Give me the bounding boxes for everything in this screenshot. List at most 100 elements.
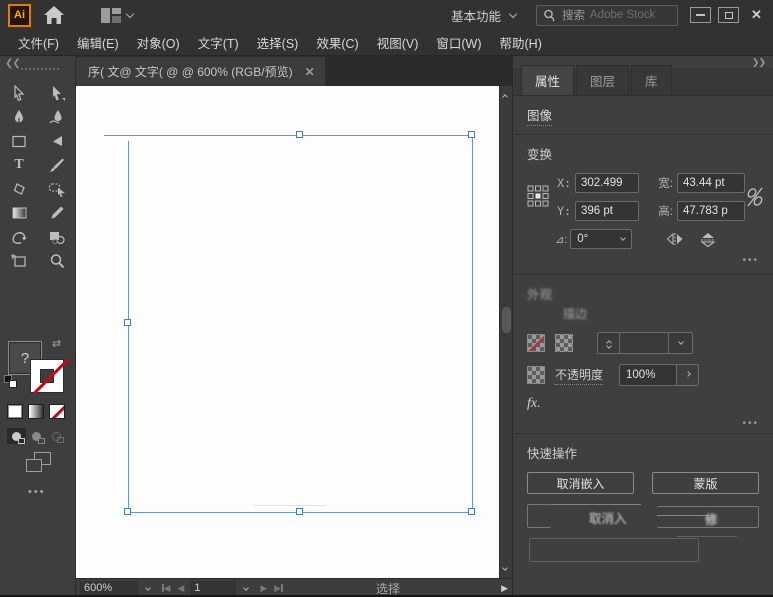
selection-handle-bottom-right[interactable] [468,508,475,515]
menu-edit[interactable]: 编辑(E) [68,33,128,52]
menu-object[interactable]: 对象(O) [128,33,189,52]
prev-artboard-button[interactable]: ◀ [177,583,184,594]
minimize-button[interactable] [690,7,711,23]
menu-view[interactable]: 视图(V) [368,33,428,52]
mask-button[interactable]: 蒙版 [652,472,759,494]
drawing-mode-buttons [7,428,66,444]
scroll-down-icon[interactable] [502,565,508,571]
draw-normal-button[interactable] [7,428,26,444]
menu-type[interactable]: 文字(T) [189,33,248,52]
rectangle-tool[interactable] [6,132,32,150]
y-field[interactable] [575,201,639,221]
home-button[interactable] [43,5,65,25]
appearance-more-options[interactable]: ••• [527,418,759,429]
first-artboard-button[interactable]: ◀ [162,583,170,594]
maximize-button[interactable] [718,7,739,23]
arrange-documents-button[interactable] [101,8,133,23]
free-transform-tool[interactable] [44,132,70,150]
paintbrush-tool[interactable] [44,156,70,174]
rotation-angle-select[interactable]: 0° [570,229,632,249]
menu-select[interactable]: 选择(S) [248,33,308,52]
artboard-dropdown-icon[interactable] [244,585,250,591]
tab-properties[interactable]: 属性 [521,65,574,95]
none-button[interactable] [49,404,65,419]
screen-mode-button[interactable] [26,452,52,474]
unembed-button[interactable]: 取消嵌入 [527,472,634,494]
edit-toolbar-button[interactable]: ••• [28,486,46,498]
menu-file[interactable]: 文件(F) [9,33,68,52]
chevron-down-icon [126,9,134,17]
constrain-proportions-button[interactable] [745,185,765,209]
curvature-tool[interactable] [44,108,70,126]
gradient-tool[interactable] [6,204,32,222]
workspace-switcher[interactable]: 基本功能 [451,6,516,25]
collapse-panels-icon[interactable]: ❯❯ [752,57,765,68]
transform-more-options[interactable]: ••• [527,255,759,266]
scrollbar-thumb[interactable] [502,307,511,333]
next-artboard-button[interactable]: ▶ [260,583,267,594]
rotate-tool[interactable] [6,228,32,246]
direct-selection-tool[interactable] [6,84,32,102]
status-bar: ◀ ◀ ▶ ▶ 选择 ▶ [76,578,512,597]
panel-grip[interactable] [20,67,60,71]
type-tool[interactable]: T [6,156,32,174]
gradient-button[interactable] [28,404,44,419]
selection-handle-bottom-left[interactable] [124,508,131,515]
symbol-sprayer-tool[interactable] [44,228,70,246]
last-artboard-button[interactable]: ▶ [274,583,282,594]
draw-behind-icon [32,432,41,441]
opacity-field[interactable] [619,364,677,386]
draw-behind-button[interactable] [27,428,46,444]
artboard-number-field[interactable] [190,581,236,596]
vertical-scrollbar[interactable] [499,86,512,578]
width-field[interactable] [677,173,745,193]
color-button[interactable] [7,404,23,419]
close-tab-icon[interactable]: ✕ [305,65,315,79]
tab-libraries[interactable]: 库 [631,65,672,95]
fx-button[interactable]: fx. [527,396,759,412]
stroke-unit-dropdown[interactable] [668,333,692,353]
pen-tool[interactable] [6,108,32,126]
reference-point-selector[interactable] [527,185,555,210]
artboard-canvas[interactable] [76,86,512,578]
swap-fill-stroke-icon[interactable]: ⇄ [52,337,61,350]
status-expand-icon[interactable]: ▶ [501,583,508,594]
opacity-link[interactable]: 不透明度 [555,366,603,385]
selection-handle-top-right[interactable] [468,131,475,138]
default-fill-stroke-icon[interactable] [4,375,17,388]
tab-layers[interactable]: 图层 [576,65,629,95]
flip-horizontal-icon[interactable] [666,232,684,246]
selection-handle-left-middle[interactable] [124,319,131,326]
object-type-link[interactable]: 图像 [527,105,552,126]
zoom-level-field[interactable] [80,581,138,596]
search-input[interactable]: 搜索 Adobe Stock [536,5,678,26]
menu-help[interactable]: 帮助(H) [491,33,551,52]
menu-window[interactable]: 窗口(W) [427,33,490,52]
stroke-swatch[interactable] [555,334,573,352]
selection-handle-top-center[interactable] [296,131,303,138]
zoom-tool[interactable] [44,252,70,270]
eraser-tool[interactable] [6,180,32,198]
artboard-tool[interactable] [6,252,32,270]
stroke-weight-value[interactable] [620,333,668,353]
fill-swatch[interactable] [527,334,545,352]
document-tab[interactable]: 序( 文@ 文字( @ @ 600% (RGB/预览) ✕ [76,57,325,86]
draw-inside-button[interactable] [47,428,66,444]
stroke-weight-stepper[interactable] [598,333,620,353]
scroll-up-icon[interactable] [502,94,508,100]
curvature-icon [49,109,65,125]
pencil-tool[interactable] [44,204,70,222]
stroke-color-well[interactable] [30,359,64,393]
collapse-panel-icon[interactable]: ❮❮ [5,58,20,69]
selection-handle-bottom-center[interactable] [296,508,303,515]
height-field[interactable] [677,201,745,221]
comment-tool[interactable] [44,180,70,198]
opacity-swatch[interactable] [527,366,545,384]
menu-effect[interactable]: 效果(C) [307,33,367,52]
flip-vertical-icon[interactable] [700,232,716,247]
opacity-expand-button[interactable] [677,364,699,386]
selection-tool[interactable] [44,84,70,102]
close-button[interactable]: ✕ [746,7,767,23]
x-field[interactable] [575,173,639,193]
zoom-dropdown-icon[interactable] [145,585,151,591]
